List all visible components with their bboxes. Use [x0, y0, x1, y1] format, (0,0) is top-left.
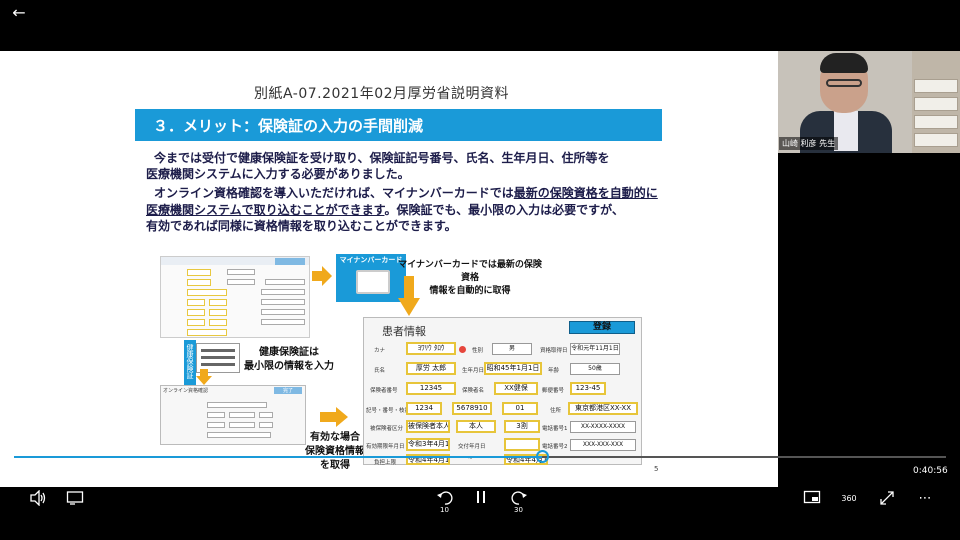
- seek-bar[interactable]: [14, 456, 946, 458]
- postal-field: 123-45: [570, 382, 606, 395]
- back-arrow-icon[interactable]: ←: [8, 2, 30, 24]
- birth-field: 昭和45年1月1日: [484, 362, 542, 375]
- slide-subtitle: 別紙A-07.2021年02月厚労省説明資料: [254, 86, 510, 102]
- form-title: 患者情報: [382, 325, 426, 338]
- mynumber-caption-2: 情報を自動的に取得: [429, 286, 511, 296]
- paper-form-mock: [160, 256, 310, 338]
- arrow-down-small-icon: [196, 369, 212, 385]
- pause-icon[interactable]: [470, 490, 492, 508]
- skip-back-label: 10: [440, 506, 449, 514]
- insurer-no-label: 保険者番号: [370, 388, 398, 394]
- mini-form-b-title: オンライン資格確認: [163, 388, 209, 394]
- phone-field: XX-XXXX-XXXX: [570, 421, 636, 433]
- page-number: 5: [654, 465, 659, 473]
- name-label: 氏名: [374, 368, 386, 374]
- valid-label: 有効期限年月日: [366, 444, 405, 450]
- skip-forward-button[interactable]: 30: [508, 490, 530, 514]
- miniplayer-icon[interactable]: [801, 490, 823, 508]
- address-label: 住所: [550, 408, 562, 414]
- name-field: 厚労 太郎: [406, 362, 456, 375]
- mini-form-b-button: 完了: [274, 387, 302, 394]
- sex-field: 男: [492, 343, 532, 355]
- qual-date-field: 令和元年11月1日: [570, 343, 620, 355]
- cursor-dot: [459, 346, 466, 353]
- mynumber-caption-1: マイナンバーカードでは最新の保険資格: [398, 260, 542, 283]
- para1-line2: 医療機関システムに入力する必要がありました。: [146, 167, 410, 181]
- qual-date-label: 資格取得日: [540, 348, 568, 354]
- insurance-caption-2: 最小限の情報を入力: [244, 361, 334, 372]
- valid-caption-3: を取得: [320, 460, 350, 471]
- skip-forward-label: 30: [514, 506, 523, 514]
- para2-line1-b: 最新の保険資格を自動的に: [513, 186, 658, 200]
- fullscreen-icon[interactable]: [876, 490, 898, 508]
- elapsed-time: 0:53:37: [16, 466, 51, 476]
- address-field: 東京都港区XX-XX: [568, 402, 638, 415]
- kana-field: ﾖﾜﾘｳ ﾀﾛｳ: [406, 342, 456, 355]
- valid-field: 令和3年4月1日: [406, 438, 450, 451]
- patient-info-form: 患者情報 登録 カナ ﾖﾜﾘｳ ﾀﾛｳ 性別 男 資格取得日 令和元年11月1日…: [363, 317, 642, 466]
- more-icon[interactable]: ⋯: [914, 490, 936, 508]
- limit-label: 負担上限: [374, 460, 397, 466]
- insured-label: 被保険者区分: [370, 426, 404, 432]
- para2-line2-a: 医療機関システムで取り込むことができます: [146, 203, 385, 217]
- age-label: 年齢: [548, 368, 560, 374]
- insurance-label: 健康保険証: [186, 344, 194, 379]
- symbol-label: 記号・番号・枝番: [366, 408, 411, 414]
- insurance-caption-1: 健康保険証は: [259, 347, 319, 358]
- speaker-name: 山崎 利彦 先生: [779, 137, 839, 150]
- valid-caption-1: 有効な場合: [310, 432, 360, 443]
- insurer-name-label: 保険者名: [462, 388, 485, 394]
- para2-line2-b: 。保険証でも、最小限の入力は必要ですが、: [384, 203, 624, 217]
- symbol-field-3: 01: [502, 402, 538, 415]
- insurer-no-field: 12345: [406, 382, 456, 395]
- age-field: 50歳: [570, 363, 620, 375]
- phone-label: 電話番号1: [542, 426, 568, 432]
- issue-label: 交付年月日: [458, 444, 486, 450]
- kana-label: カナ: [374, 348, 386, 354]
- insurer-name-field: XX健保: [494, 382, 538, 395]
- issue-field: [504, 438, 540, 451]
- symbol-field-2: 5678910: [452, 402, 492, 415]
- volume-icon[interactable]: [27, 489, 49, 508]
- mynumber-caption: マイナンバーカードでは最新の保険資格 情報を自動的に取得: [395, 259, 545, 298]
- speed-label: 360: [841, 494, 857, 503]
- seek-bar-fill: [14, 456, 542, 458]
- insurance-caption: 健康保険証は 最小限の情報を入力: [244, 346, 334, 374]
- symbol-field-1: 1234: [406, 402, 442, 415]
- para2-line1-a: オンライン資格確認を導入いただければ、マイナンバーカードでは: [154, 186, 514, 200]
- skip-back-button[interactable]: 10: [434, 490, 456, 514]
- phone2-label: 電話番号2: [542, 444, 568, 450]
- seek-thumb[interactable]: [535, 450, 549, 463]
- insurance-card-label-bar: 健康保険証: [184, 340, 196, 386]
- para1-line1: 今までは受付で健康保険証を受け取り、保険証記号番号、氏名、生年月日、住所等を: [154, 151, 610, 165]
- insured-field-1: 被保険者本人: [406, 420, 450, 433]
- arrow-right-large-icon: [320, 407, 348, 427]
- sex-label: 性別: [472, 348, 484, 354]
- arrow-right-icon: [312, 266, 332, 286]
- register-button: 登録: [569, 321, 635, 334]
- ratio-field: 3割: [504, 420, 540, 433]
- insured-field-2: 本人: [456, 420, 496, 433]
- phone2-field: XXX-XXX-XXX: [570, 439, 636, 451]
- para2-line3: 有効であれば同様に資格情報を取り込むことができます。: [146, 219, 457, 233]
- slide: 別紙A-07.2021年02月厚労省説明資料 ３．メリット：保険証の入力の手間削…: [0, 51, 778, 487]
- remaining-time: 0:40:56: [913, 466, 948, 476]
- postal-label: 郵便番号: [542, 388, 565, 394]
- valid-caption: 有効な場合 保険資格情報 を取得: [302, 431, 368, 473]
- speed-button[interactable]: 360: [838, 490, 860, 508]
- para2-line1: オンライン資格確認を導入いただければ、マイナンバーカードでは最新の保険資格を自動…: [154, 184, 658, 201]
- section-title: ３．メリット：保険証の入力の手間削減: [153, 117, 424, 135]
- online-qualification-form-mock: オンライン資格確認 完了: [160, 385, 306, 445]
- birth-label: 生年月日: [462, 368, 485, 374]
- para2-line2: 医療機関システムで取り込むことができます。保険証でも、最小限の入力は必要ですが、: [146, 201, 624, 218]
- section-title-bar: ３．メリット：保険証の入力の手間削減: [135, 109, 662, 141]
- captions-icon[interactable]: [64, 490, 86, 508]
